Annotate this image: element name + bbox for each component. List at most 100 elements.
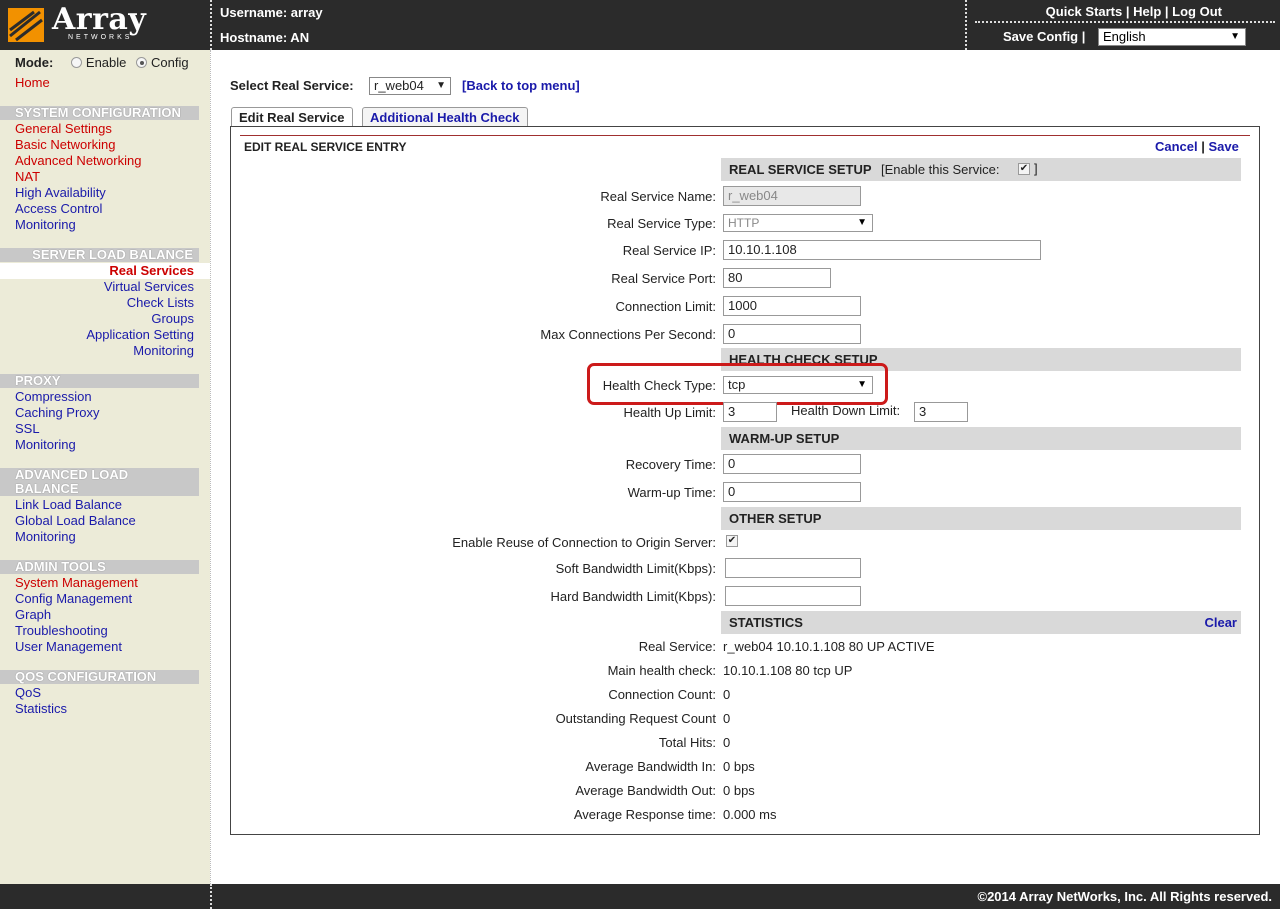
sidebar-item-system-management[interactable]: System Management: [15, 575, 138, 591]
real-service-select-value: r_web04: [374, 78, 424, 93]
language-select[interactable]: English ▼: [1098, 28, 1246, 46]
enable-service-checkbox[interactable]: ✔: [1018, 163, 1030, 175]
real-service-setup-title: REAL SERVICE SETUP: [729, 162, 872, 177]
mode-label: Mode:: [15, 55, 54, 70]
hard-bandwidth-label: Hard Bandwidth Limit(Kbps):: [550, 589, 716, 604]
stat-label: Outstanding Request Count: [555, 711, 716, 726]
health-check-type-highlight: [587, 363, 888, 405]
sidebar-item-statistics[interactable]: Statistics: [15, 701, 67, 717]
statistics-header: STATISTICS Clear: [721, 611, 1241, 634]
reuse-connection-checkbox[interactable]: ✔: [726, 535, 738, 547]
admin-list: System Management Config Management Grap…: [15, 575, 138, 655]
real-service-name-input[interactable]: r_web04: [723, 186, 861, 206]
real-service-ip-label: Real Service IP:: [622, 243, 716, 258]
sidebar-item-compression[interactable]: Compression: [15, 389, 100, 405]
sidebar-item-alb-monitoring[interactable]: Monitoring: [15, 529, 136, 545]
select-real-service-label: Select Real Service:: [230, 78, 354, 93]
sidebar-item-access-control[interactable]: Access Control: [15, 201, 141, 217]
real-service-ip-input[interactable]: 10.10.1.108: [723, 240, 1041, 260]
max-cps-input[interactable]: 0: [723, 324, 861, 344]
sidebar-item-check-lists[interactable]: Check Lists: [0, 295, 210, 311]
clear-statistics-link[interactable]: Clear: [1204, 611, 1237, 634]
sidebar-item-user-management[interactable]: User Management: [15, 639, 138, 655]
footer-divider: [210, 884, 212, 909]
sidebar: Mode: Enable Config Home SYSTEM CONFIGUR…: [0, 50, 210, 884]
recovery-time-label: Recovery Time:: [625, 457, 716, 472]
save-link[interactable]: Save: [1209, 139, 1239, 154]
stat-label: Average Bandwidth In:: [585, 759, 716, 774]
sidebar-home-link[interactable]: Home: [15, 75, 50, 90]
sidebar-item-config-management[interactable]: Config Management: [15, 591, 138, 607]
stat-value: 0 bps: [723, 759, 755, 774]
sidebar-divider: [210, 50, 211, 884]
sidebar-item-monitoring[interactable]: Monitoring: [15, 217, 141, 233]
connection-limit-input[interactable]: 1000: [723, 296, 861, 316]
tab-additional-health-check[interactable]: Additional Health Check: [362, 107, 528, 127]
sidebar-item-groups[interactable]: Groups: [0, 311, 210, 327]
array-logo-icon: [8, 8, 44, 42]
recovery-time-input[interactable]: 0: [723, 454, 861, 474]
sidebar-item-application-setting[interactable]: Application Setting: [0, 327, 210, 343]
real-service-setup-header: REAL SERVICE SETUP [Enable this Service:: [721, 158, 1241, 181]
quick-starts-link[interactable]: Quick Starts: [1046, 4, 1123, 19]
copyright-text: ©2014 Array NetWorks, Inc. All Rights re…: [977, 889, 1273, 904]
warmup-time-input[interactable]: 0: [723, 482, 861, 502]
real-service-port-input[interactable]: 80: [723, 268, 831, 288]
stat-label: Average Bandwidth Out:: [575, 783, 716, 798]
stat-label: Main health check:: [607, 663, 716, 678]
stat-value: 0: [723, 735, 731, 750]
stat-value: 10.10.1.108 80 tcp UP: [723, 663, 853, 678]
max-cps-label: Max Connections Per Second:: [540, 327, 716, 342]
sidebar-item-proxy-monitoring[interactable]: Monitoring: [15, 437, 100, 453]
mode-switch: Mode: Enable Config: [15, 55, 189, 70]
logo-wordmark: Array: [52, 2, 147, 37]
logo-subtext: NETWORKS: [68, 34, 133, 41]
hostname-display: Hostname: AN: [220, 30, 310, 45]
real-service-port-label: Real Service Port:: [611, 271, 716, 286]
save-config-link[interactable]: Save Config: [1003, 29, 1078, 44]
sidebar-item-caching-proxy[interactable]: Caching Proxy: [15, 405, 100, 421]
chevron-down-icon: ▼: [857, 217, 867, 228]
logout-link[interactable]: Log Out: [1172, 4, 1222, 19]
sidebar-item-troubleshooting[interactable]: Troubleshooting: [15, 623, 138, 639]
connection-limit-label: Connection Limit:: [615, 299, 716, 314]
warmup-time-label: Warm-up Time:: [627, 485, 716, 500]
sidebar-item-basic-networking[interactable]: Basic Networking: [15, 137, 141, 153]
sidebar-item-global-load-balance[interactable]: Global Load Balance: [15, 513, 136, 529]
real-service-type-select[interactable]: HTTP ▼: [723, 214, 873, 232]
sidebar-item-qos[interactable]: QoS: [15, 685, 67, 701]
sidebar-item-real-services[interactable]: Real Services: [0, 263, 210, 279]
section-proxy: PROXY: [0, 374, 199, 388]
stat-value: 0.000 ms: [723, 807, 777, 822]
soft-bandwidth-input[interactable]: [725, 558, 861, 578]
slb-list: Real Services Virtual Services Check Lis…: [0, 263, 210, 359]
sidebar-item-high-availability[interactable]: High Availability: [15, 185, 141, 201]
health-up-limit-label: Health Up Limit:: [623, 405, 716, 420]
statistics-title: STATISTICS: [729, 615, 803, 630]
mode-enable-radio[interactable]: [70, 57, 82, 68]
stat-label: Average Response time:: [573, 807, 716, 822]
mode-config-radio[interactable]: [136, 57, 148, 68]
section-advanced-load-balance: ADVANCED LOAD BALANCE: [0, 468, 199, 496]
help-link[interactable]: Help: [1133, 4, 1161, 19]
sidebar-item-nat[interactable]: NAT: [15, 169, 141, 185]
section-admin-tools: ADMIN TOOLS: [0, 560, 199, 574]
sidebar-item-link-load-balance[interactable]: Link Load Balance: [15, 497, 136, 513]
sidebar-item-slb-monitoring[interactable]: Monitoring: [0, 343, 210, 359]
sidebar-item-general-settings[interactable]: General Settings: [15, 121, 141, 137]
cancel-link[interactable]: Cancel: [1155, 139, 1198, 154]
header-divider-right: [965, 0, 967, 50]
health-down-limit-input[interactable]: 3: [914, 402, 968, 422]
sidebar-item-advanced-networking[interactable]: Advanced Networking: [15, 153, 141, 169]
back-to-top-menu-link[interactable]: [Back to top menu]: [462, 78, 580, 93]
section-system-configuration: SYSTEM CONFIGURATION: [0, 106, 199, 120]
health-up-limit-input[interactable]: 3: [723, 402, 777, 422]
sidebar-item-graph[interactable]: Graph: [15, 607, 138, 623]
sidebar-item-ssl[interactable]: SSL: [15, 421, 100, 437]
qos-list: QoS Statistics: [15, 685, 67, 717]
hard-bandwidth-input[interactable]: [725, 586, 861, 606]
real-service-select[interactable]: r_web04 ▼: [369, 77, 451, 95]
tab-edit-real-service[interactable]: Edit Real Service: [231, 107, 353, 127]
save-config-area: Save Config |: [1003, 29, 1086, 44]
sidebar-item-virtual-services[interactable]: Virtual Services: [0, 279, 210, 295]
